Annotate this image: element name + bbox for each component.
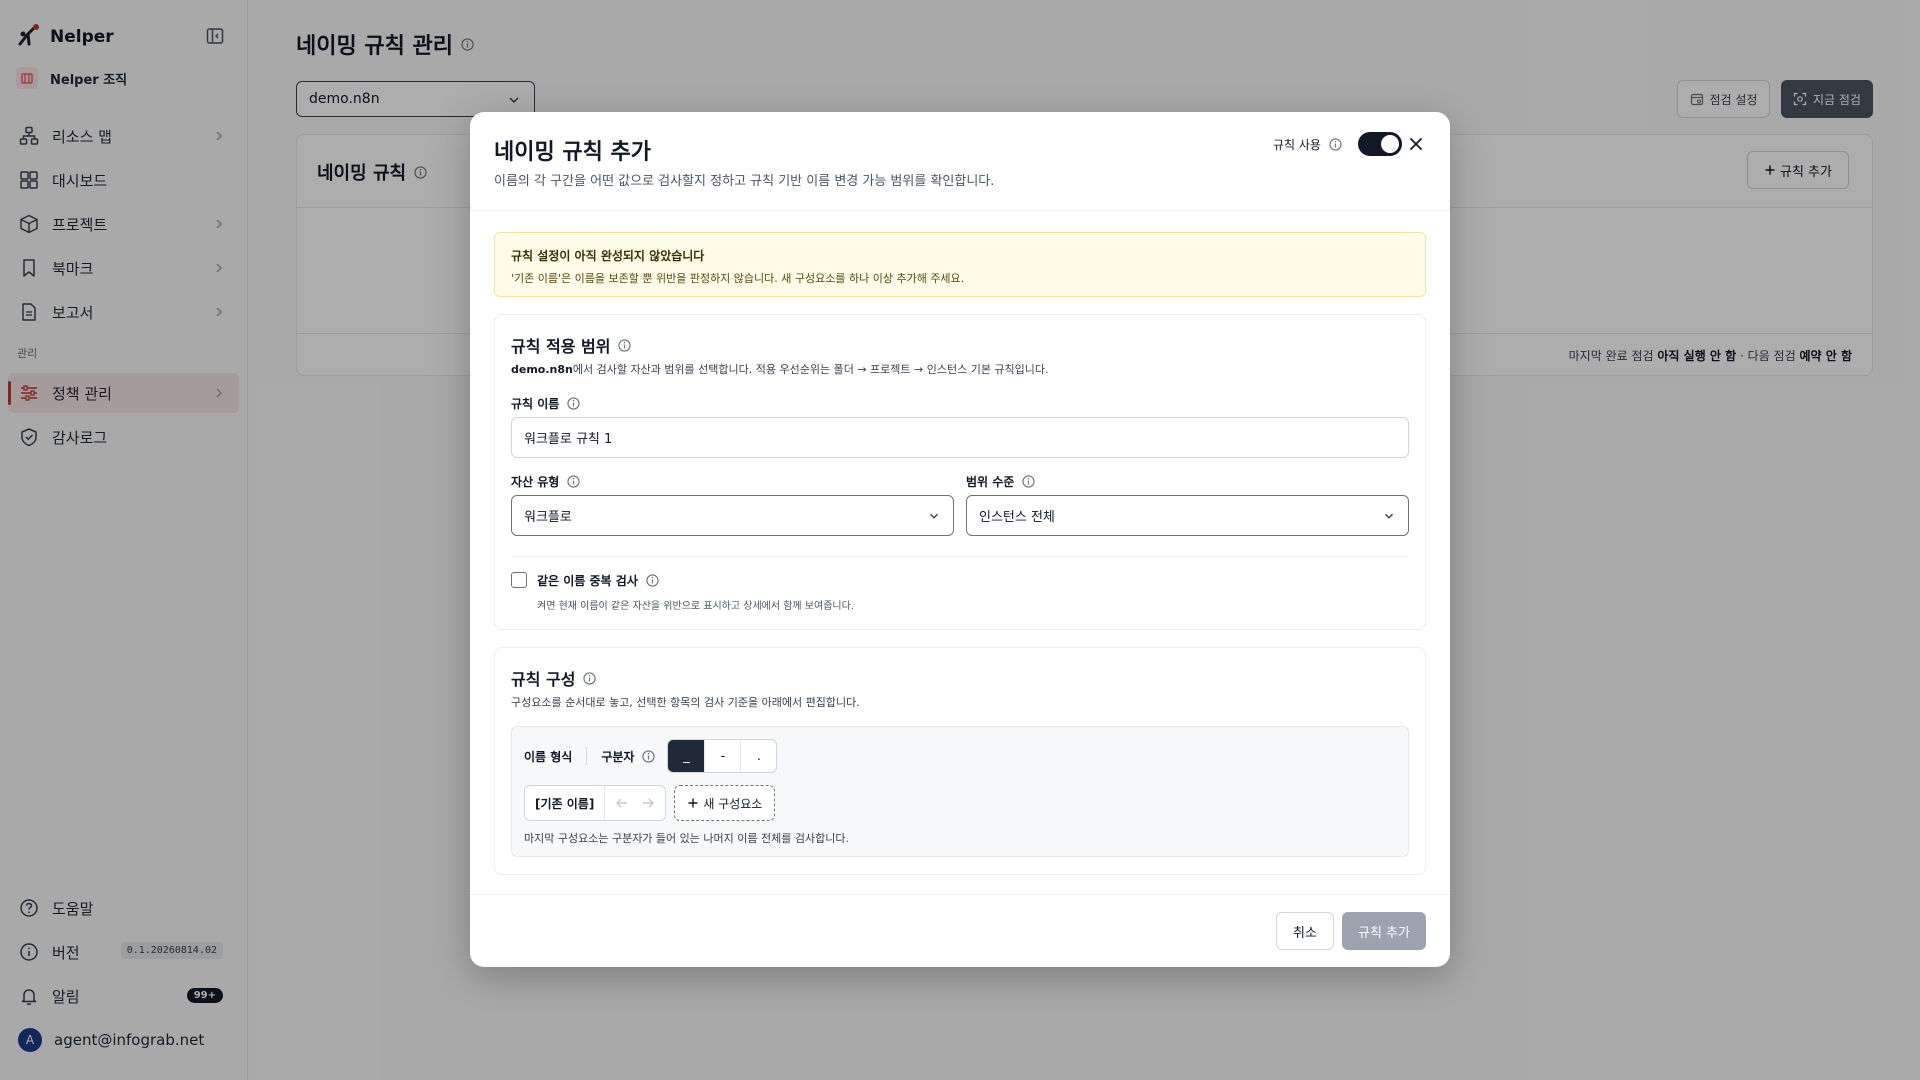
duplicate-check-help: 켜면 현재 이름이 같은 자산을 위반으로 표시하고 상세에서 함께 보여줍니다… xyxy=(537,601,854,612)
close-button[interactable] xyxy=(1406,134,1426,154)
incomplete-rule-warning: 규칙 설정이 아직 완성되지 않았습니다 '기존 이름'은 이름을 보존할 뿐 … xyxy=(494,232,1426,297)
scope-level-select[interactable]: 인스턴스 전체 xyxy=(966,495,1409,536)
scope-level-value: 인스턴스 전체 xyxy=(979,510,1055,525)
components-row: [기존 이름] 새 구성요소 xyxy=(524,785,776,821)
separator-label-text: 구분자 xyxy=(601,749,635,764)
chevron-down-icon xyxy=(1385,513,1393,519)
cancel-button[interactable]: 취소 xyxy=(1276,912,1334,950)
duplicate-check-label[interactable]: 같은 이름 중복 검사 xyxy=(537,572,659,589)
divider xyxy=(470,210,1450,211)
rule-enabled-toggle[interactable] xyxy=(1357,132,1402,156)
separator-hyphen-button[interactable]: - xyxy=(704,740,740,772)
component-move-controls xyxy=(604,786,665,820)
rule-enabled-label: 규칙 사용 xyxy=(1273,137,1321,152)
section-description-text: 에서 검사할 자산과 범위를 선택합니다. 적용 우선순위는 폴더 → 프로젝트… xyxy=(572,363,1049,376)
duplicate-check-checkbox[interactable] xyxy=(511,572,527,588)
rule-name-label: 규칙 이름 xyxy=(511,395,580,412)
name-composer: 이름 형식 구분자 _ - . [기존 이름] 새 구성요소 마지막 구성요소는… xyxy=(511,726,1409,857)
arrow-left-icon[interactable] xyxy=(615,796,629,810)
info-icon[interactable] xyxy=(567,475,580,488)
info-icon[interactable] xyxy=(618,338,632,352)
instance-name: demo.n8n xyxy=(511,363,573,376)
section-title: 규칙 적용 범위 xyxy=(511,333,632,357)
warning-text: '기존 이름'은 이름을 보존할 뿐 위반을 판정하지 않습니다. 새 구성요소… xyxy=(511,272,965,285)
section-description: 구성요소를 순서대로 놓고, 선택한 항목의 검사 기준을 아래에서 편집합니다… xyxy=(511,696,860,709)
asset-type-value: 워크플로 xyxy=(524,510,572,525)
info-icon[interactable] xyxy=(1022,475,1035,488)
rule-scope-section: 규칙 적용 범위 demo.n8n에서 검사할 자산과 범위를 선택합니다. 적… xyxy=(494,314,1426,630)
add-component-label: 새 구성요소 xyxy=(703,796,763,811)
divider xyxy=(511,556,1409,557)
asset-type-select[interactable]: 워크플로 xyxy=(511,495,954,536)
rule-name-value: 워크플로 규칙 1 xyxy=(524,432,613,447)
checkbox-label-text: 같은 이름 중복 검사 xyxy=(537,574,638,588)
info-icon[interactable] xyxy=(646,574,659,587)
info-icon[interactable] xyxy=(1329,137,1342,151)
add-naming-rule-dialog: 네이밍 규칙 추가 이름의 각 구간을 어떤 값으로 검사할지 정하고 규칙 기… xyxy=(470,112,1450,967)
format-row: 이름 형식 구분자 _ - . xyxy=(524,739,778,773)
divider xyxy=(470,894,1450,895)
info-icon[interactable] xyxy=(583,671,597,685)
rule-name-input[interactable]: 워크플로 규칙 1 xyxy=(511,417,1409,458)
separator-label: 구분자 xyxy=(601,748,656,765)
rule-composition-section: 규칙 구성 구성요소를 순서대로 놓고, 선택한 항목의 검사 기준을 아래에서… xyxy=(494,647,1426,875)
plus-icon xyxy=(688,798,698,808)
modal-title: 네이밍 규칙 추가 xyxy=(494,140,651,165)
info-icon[interactable] xyxy=(642,749,656,763)
add-component-button[interactable]: 새 구성요소 xyxy=(674,785,776,821)
asset-type-label: 자산 유형 xyxy=(511,473,580,490)
component-chip[interactable]: [기존 이름] xyxy=(524,785,667,821)
modal-subtitle: 이름의 각 구간을 어떤 값으로 검사할지 정하고 규칙 기반 이름 변경 가능… xyxy=(494,174,995,189)
field-label-text: 규칙 이름 xyxy=(511,397,560,411)
info-icon[interactable] xyxy=(567,397,580,410)
chevron-down-icon xyxy=(930,513,938,519)
section-title: 규칙 구성 xyxy=(511,666,597,690)
scope-level-label: 범위 수준 xyxy=(966,473,1035,490)
component-chip-label: [기존 이름] xyxy=(535,796,595,811)
add-rule-submit-button[interactable]: 규칙 추가 xyxy=(1342,912,1426,950)
separator-dot-button[interactable]: . xyxy=(740,740,776,772)
field-label-text: 범위 수준 xyxy=(966,475,1015,489)
section-title-text: 규칙 적용 범위 xyxy=(511,337,611,356)
field-label-text: 자산 유형 xyxy=(511,475,560,489)
warning-title: 규칙 설정이 아직 완성되지 않았습니다 xyxy=(511,249,705,263)
rule-enabled-control: 규칙 사용 xyxy=(1273,132,1402,156)
section-title-text: 규칙 구성 xyxy=(511,670,576,689)
section-description: demo.n8n에서 검사할 자산과 범위를 선택합니다. 적용 우선순위는 폴… xyxy=(511,361,1049,377)
arrow-right-icon[interactable] xyxy=(641,796,655,810)
close-icon xyxy=(1410,138,1422,150)
separator-segmented-control: _ - . xyxy=(667,739,778,773)
separator-underscore-button[interactable]: _ xyxy=(668,740,705,772)
divider xyxy=(586,747,588,765)
name-format-label: 이름 형식 xyxy=(524,749,573,764)
composer-help-text: 마지막 구성요소는 구분자가 들어 있는 나머지 이름 전체를 검사합니다. xyxy=(524,832,849,845)
